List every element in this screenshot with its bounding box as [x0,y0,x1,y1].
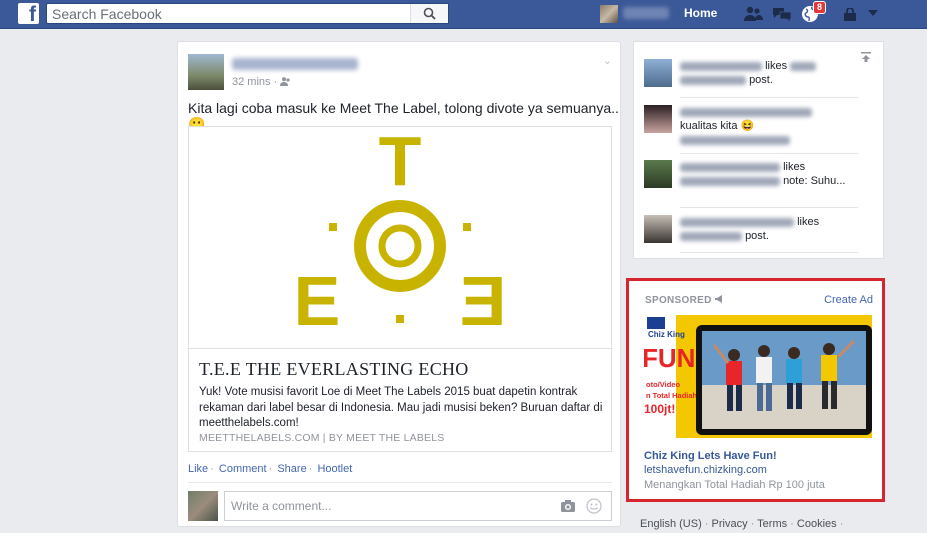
ticker-avatar [644,105,672,133]
sponsored-label: SPONSORED [645,295,725,306]
comment-input[interactable] [225,492,545,520]
emoji-smile-icon[interactable] [586,498,602,514]
notification-count-badge: 8 [813,1,827,14]
top-nav-bar: f Home 8 [0,0,927,29]
create-ad-link[interactable]: Create Ad [824,294,873,306]
search-input[interactable] [47,4,407,23]
svg-text:oto/Video: oto/Video [646,380,680,389]
link-source: MEETTHELABELS.COM | BY MEET THE LABELS [199,432,445,444]
ticker-separator [680,207,858,208]
post-author-avatar[interactable] [188,54,224,90]
link-preview-card[interactable]: T E E T.E.E THE EVERLASTING ECHO Yuk! Vo… [188,122,612,452]
sponsored-ad: SPONSORED Create Ad Chiz King FUN oto/Vi… [626,278,885,502]
ticker-text: likes note: Suhu... [680,160,858,188]
footer-privacy-link[interactable]: Privacy [712,518,748,530]
post-timestamp[interactable]: 32 mins · [232,76,291,88]
feed-post: 32 mins · ⌄ Kita lagi coba masuk ke Meet… [177,41,621,527]
post-author-name-blurred[interactable] [232,58,358,70]
footer-cookies-link[interactable]: Cookies [797,518,837,530]
ad-image[interactable]: Chiz King FUN oto/Video n Total Hadiah 1… [644,315,872,438]
logo-ring-outer [354,200,446,292]
logo-dot-left [329,223,337,231]
logo-letter-e-left: E [294,262,341,340]
ticker-avatar [644,215,672,243]
link-preview-image[interactable]: T E E [189,122,611,349]
chevron-down-icon[interactable] [868,10,878,17]
logo-letter-t: T [379,127,422,200]
ticker-avatar [644,160,672,188]
comment-divider [188,482,612,483]
logo-ring-inner [378,224,422,268]
ticker-text: likes post. [680,59,858,87]
ad-brand-text: Chiz King [648,330,685,339]
activity-ticker: likes post. kualitas kita 😆 likes note: … [633,41,884,259]
friend-requests-icon[interactable] [743,6,763,22]
profile-name-blurred[interactable] [623,7,669,19]
privacy-lock-icon[interactable] [843,8,857,21]
ticker-separator [680,153,858,154]
search-button[interactable] [410,4,448,23]
ad-fun-text: FUN [644,343,695,373]
like-link[interactable]: Like [188,463,208,475]
logo-dot-bottom [396,315,404,323]
ad-description: Menangkan Total Hadiah Rp 100 juta [644,479,825,491]
svg-text:n Total Hadiah: n Total Hadiah [646,391,698,400]
footer-terms-link[interactable]: Terms [757,518,787,530]
home-link[interactable]: Home [684,6,717,20]
logo-dot-right [463,223,471,231]
profile-avatar[interactable] [600,5,618,23]
ad-url[interactable]: letshavefun.chizking.com [644,464,767,476]
ticker-text: likes post. [680,215,858,243]
link-title[interactable]: T.E.E THE EVERLASTING ECHO [199,359,469,380]
camera-icon[interactable] [561,500,575,512]
search-icon [423,7,436,20]
messages-icon[interactable] [772,6,792,22]
hootlet-link[interactable]: Hootlet [317,463,352,475]
ticker-settings-icon[interactable] [861,52,871,62]
ticker-separator [680,252,858,253]
facebook-logo-letter: f [29,3,36,26]
ticker-text: kualitas kita 😆 [680,105,858,147]
audience-friends-icon [280,77,290,86]
link-description: Yuk! Vote musisi favorit Loe di Meet The… [199,386,603,429]
post-options-chevron-icon[interactable]: ⌄ [603,54,612,67]
footer-links: English (US) · Privacy · Terms · Cookies… [640,518,844,530]
comment-link[interactable]: Comment [219,463,267,475]
logo-letter-e-right: E [460,262,507,340]
post-time-text: 32 mins · [232,76,278,88]
post-actions: Like · Comment · Share · Hootlet [188,463,353,475]
megaphone-icon [714,295,722,303]
ticker-avatar [644,59,672,87]
comment-box [224,491,612,521]
ad-illustration: Chiz King FUN oto/Video n Total Hadiah 1… [644,315,872,438]
ticker-separator [680,97,858,98]
ad-title[interactable]: Chiz King Lets Have Fun! [644,450,777,462]
commenter-avatar [188,491,218,521]
search-box [46,3,449,24]
share-link[interactable]: Share [277,463,306,475]
svg-text:100jt!: 100jt! [644,402,675,416]
footer-language-link[interactable]: English (US) [640,518,702,530]
facebook-logo[interactable]: f [18,3,39,26]
tee-logo: T E E [294,122,507,340]
